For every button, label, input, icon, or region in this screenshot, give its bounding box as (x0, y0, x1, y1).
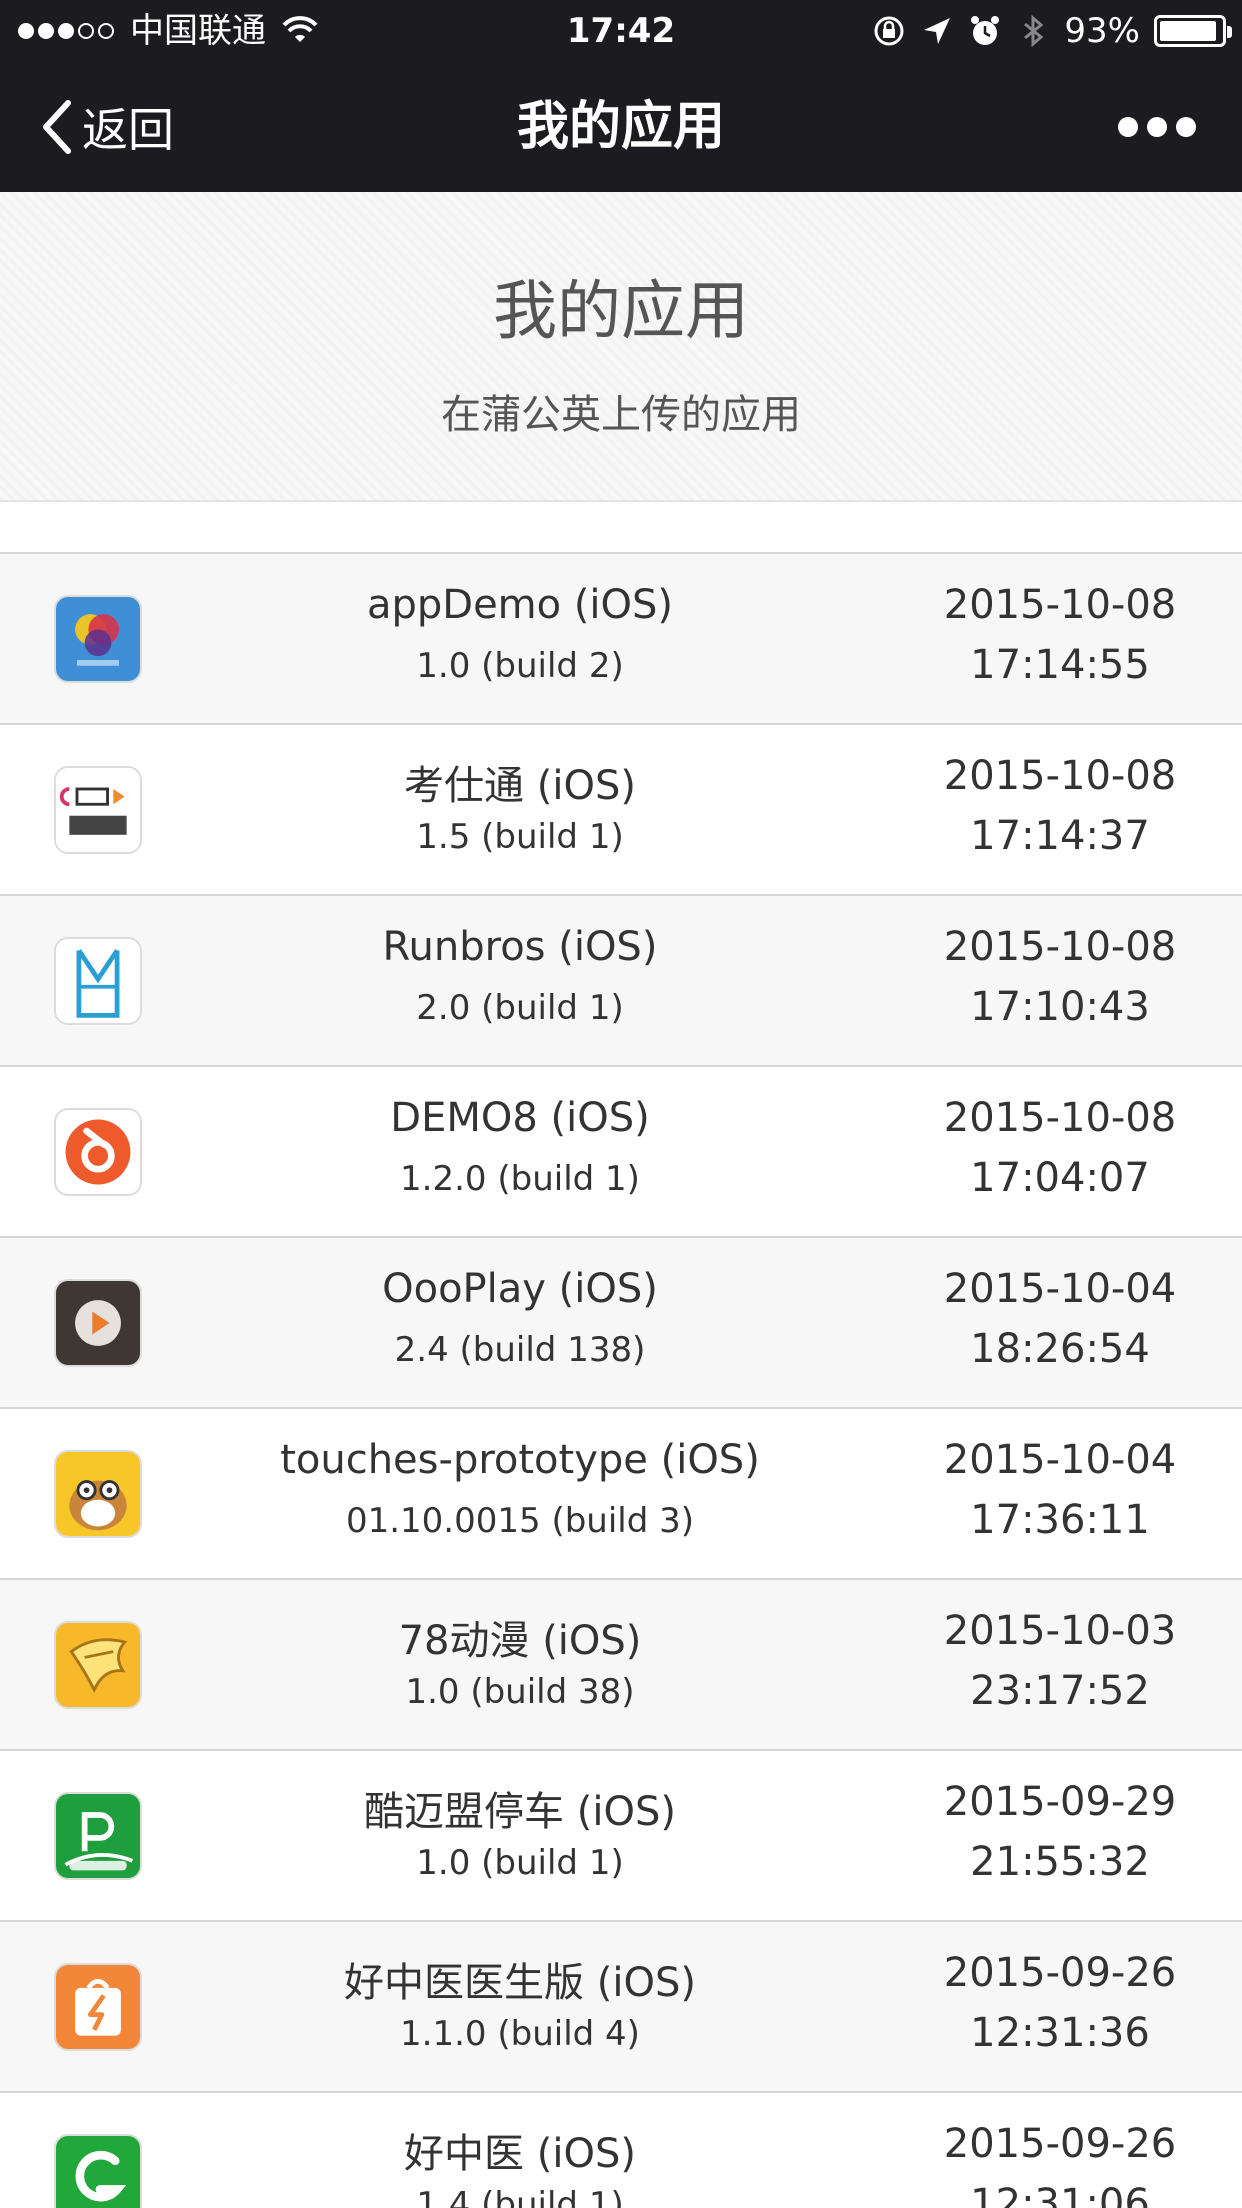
app-date: 2015-10-08 (943, 924, 1177, 970)
app-version: 1.0 (build 38) (405, 1672, 635, 1712)
battery-icon (1154, 15, 1232, 47)
app-time: 17:36:11 (970, 1497, 1150, 1543)
app-version: 1.1.0 (build 4) (400, 2014, 640, 2054)
app-name: OooPlay (iOS) (382, 1266, 658, 1312)
page-title: 我的应用 (493, 275, 749, 349)
oooplay-icon (54, 1279, 142, 1367)
app-row[interactable]: appDemo (iOS) 1.0 (build 2) 2015-10-08 1… (0, 554, 1242, 725)
status-left: 中国联通 (18, 0, 318, 62)
battery-percentage: 93% (1064, 11, 1140, 51)
more-dot-icon (1176, 117, 1196, 137)
app-row[interactable]: 酷迈盟停车 (iOS) 1.0 (build 1) 2015-09-29 21:… (0, 1751, 1242, 1922)
more-dot-icon (1147, 117, 1167, 137)
app-row[interactable]: DEMO8 (iOS) 1.2.0 (build 1) 2015-10-08 1… (0, 1067, 1242, 1238)
app-time: 17:14:55 (970, 642, 1150, 688)
app-name: DEMO8 (iOS) (390, 1095, 650, 1141)
status-bar: 中国联通 17:42 93% (0, 0, 1242, 62)
app-name: 酷迈盟停车 (iOS) (364, 1789, 676, 1835)
app-date: 2015-10-04 (943, 1266, 1177, 1312)
runbros-icon (54, 937, 142, 1025)
rotation-lock-icon (874, 16, 904, 46)
app-date: 2015-10-08 (943, 582, 1177, 628)
app-row[interactable]: OooPlay (iOS) 2.4 (build 138) 2015-10-04… (0, 1238, 1242, 1409)
haozhongyi-doctor-icon (54, 1963, 142, 2051)
app-time: 21:55:32 (970, 1839, 1150, 1885)
more-options-button[interactable] (1118, 62, 1196, 192)
app-time: 23:17:52 (970, 1668, 1150, 1714)
page-subtitle: 在蒲公英上传的应用 (441, 392, 801, 438)
app-name: touches-prototype (iOS) (280, 1437, 760, 1483)
app-name: appDemo (iOS) (366, 582, 674, 628)
app-date: 2015-09-26 (943, 1950, 1177, 1996)
more-dot-icon (1118, 117, 1138, 137)
app-row[interactable]: 好中医医生版 (iOS) 1.1.0 (build 4) 2015-09-26 … (0, 1922, 1242, 2093)
carrier-name: 中国联通 (130, 11, 266, 51)
app-version: 01.10.0015 (build 3) (345, 1501, 695, 1541)
app-date: 2015-10-08 (943, 1095, 1177, 1141)
app-version: 2.0 (build 1) (416, 988, 624, 1028)
app-time: 17:14:37 (970, 813, 1150, 859)
nav-title: 我的应用 (516, 97, 725, 157)
demo8-icon (54, 1108, 142, 1196)
status-right: 93% (872, 0, 1232, 62)
app-version: 1.0 (build 2) (416, 646, 624, 686)
app-version: 1.4 (build 1) (416, 2185, 624, 2208)
app-date: 2015-10-08 (943, 753, 1177, 799)
app-row[interactable]: 考仕通 (iOS) 1.5 (build 1) 2015-10-08 17:14… (0, 725, 1242, 896)
bluetooth-icon (1024, 14, 1044, 48)
back-label: 返回 (82, 103, 174, 157)
app-time: 17:04:07 (970, 1155, 1150, 1201)
app-time: 12:31:06 (970, 2181, 1150, 2208)
app-time: 17:10:43 (970, 984, 1150, 1030)
navigation-bar: 返回 我的应用 (0, 62, 1242, 192)
78dongman-icon (54, 1621, 142, 1709)
signal-strength-icon (18, 23, 114, 39)
app-date: 2015-09-29 (943, 1779, 1177, 1825)
app-version: 2.4 (build 138) (394, 1330, 646, 1370)
app-date: 2015-09-26 (943, 2121, 1177, 2167)
chevron-left-icon (43, 100, 71, 154)
app-time: 12:31:36 (970, 2010, 1150, 2056)
screen: 中国联通 17:42 93% 返回 我的应用 我的应用 在蒲公英上传的应用 ap… (0, 0, 1242, 2208)
app-date: 2015-10-03 (943, 1608, 1177, 1654)
back-button[interactable]: 返回 (38, 62, 174, 192)
app-date: 2015-10-04 (943, 1437, 1177, 1483)
app-version: 1.2.0 (build 1) (400, 1159, 640, 1199)
page-header: 我的应用 在蒲公英上传的应用 (0, 192, 1242, 502)
location-arrow-icon (924, 18, 951, 44)
app-version: 1.0 (build 1) (416, 1843, 624, 1883)
touches-prototype-icon (54, 1450, 142, 1538)
app-row[interactable]: Runbros (iOS) 2.0 (build 1) 2015-10-08 1… (0, 896, 1242, 1067)
app-name: 78动漫 (iOS) (398, 1618, 642, 1664)
kaoshitong-icon (54, 766, 142, 854)
cool-parking-icon (54, 1792, 142, 1880)
app-list: appDemo (iOS) 1.0 (build 2) 2015-10-08 1… (0, 552, 1242, 2208)
app-time: 18:26:54 (970, 1326, 1150, 1372)
appdemo-icon (54, 595, 142, 683)
app-row[interactable]: 好中医 (iOS) 1.4 (build 1) 2015-09-26 12:31… (0, 2093, 1242, 2208)
app-name: 好中医 (iOS) (404, 2131, 636, 2177)
app-row[interactable]: touches-prototype (iOS) 01.10.0015 (buil… (0, 1409, 1242, 1580)
app-name: 考仕通 (iOS) (404, 763, 636, 809)
app-name: Runbros (iOS) (382, 924, 658, 970)
haozhongyi-icon (54, 2134, 142, 2208)
alarm-clock-icon (971, 16, 1000, 45)
app-version: 1.5 (build 1) (416, 817, 624, 857)
wifi-icon (282, 16, 318, 42)
app-name: 好中医医生版 (iOS) (344, 1960, 696, 2006)
app-row[interactable]: 78动漫 (iOS) 1.0 (build 38) 2015-10-03 23:… (0, 1580, 1242, 1751)
